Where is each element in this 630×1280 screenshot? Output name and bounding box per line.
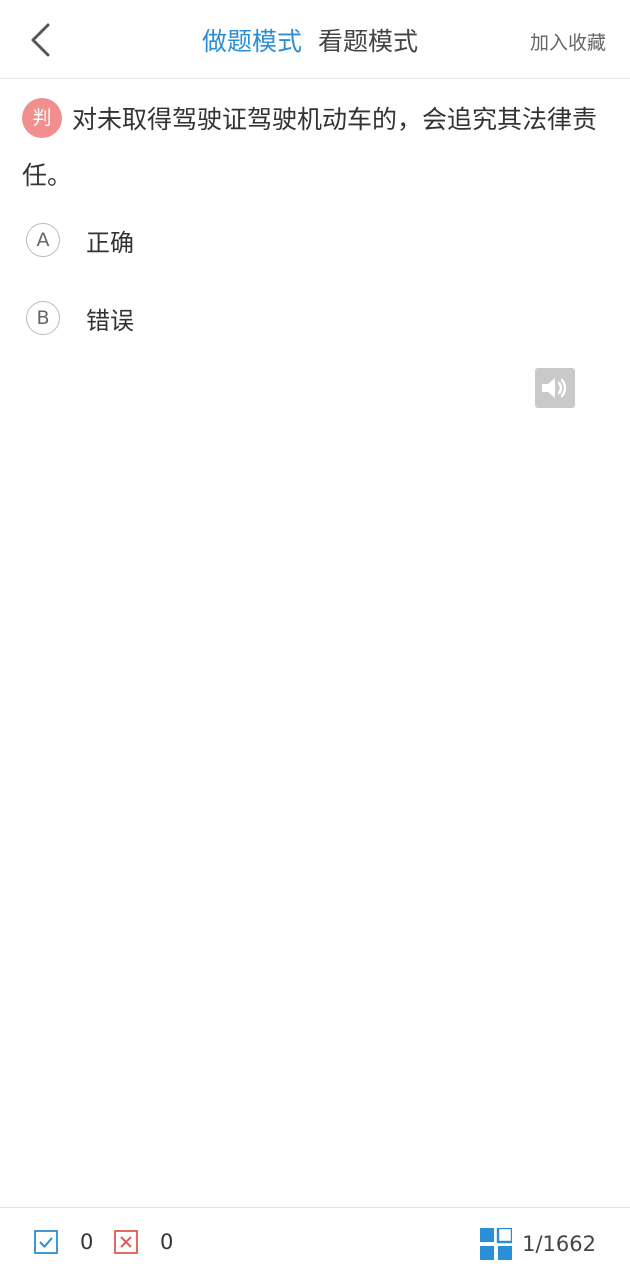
question-type-badge: 判 xyxy=(22,98,62,138)
option-b[interactable]: B 错误 xyxy=(26,299,134,337)
option-label: 错误 xyxy=(86,306,134,335)
wrong-count: 0 xyxy=(160,1230,174,1254)
correct-stat: 0 xyxy=(34,1230,93,1254)
back-button[interactable] xyxy=(22,18,58,62)
top-bar: 做题模式 看题模式 加入收藏 xyxy=(0,0,630,79)
question-text: 对未取得驾驶证驾驶机动车的，会追究其法律责任。 xyxy=(22,105,598,190)
add-favorite-button[interactable]: 加入收藏 xyxy=(530,28,606,55)
option-a[interactable]: A 正确 xyxy=(26,221,134,259)
tab-practice-mode[interactable]: 做题模式 xyxy=(202,22,302,58)
correct-check-icon xyxy=(34,1230,58,1254)
question-block: 判对未取得驾驶证驾驶机动车的，会追究其法律责任。 xyxy=(22,92,610,204)
wrong-stat: 0 xyxy=(114,1230,173,1254)
option-key: B xyxy=(26,301,60,335)
bottom-bar: 0 0 1/1662 xyxy=(0,1207,630,1280)
progress-text: 1/1662 xyxy=(522,1232,596,1256)
mode-tabs: 做题模式 看题模式 xyxy=(202,20,418,60)
read-aloud-button[interactable] xyxy=(535,368,575,408)
question-index-button[interactable]: 1/1662 xyxy=(480,1228,596,1260)
practice-screen: 做题模式 看题模式 加入收藏 判对未取得驾驶证驾驶机动车的，会追究其法律责任。 … xyxy=(0,0,630,1280)
option-key: A xyxy=(26,223,60,257)
chevron-left-icon xyxy=(31,23,50,57)
speaker-icon xyxy=(542,378,567,398)
tab-review-mode[interactable]: 看题模式 xyxy=(318,22,418,58)
wrong-x-icon xyxy=(114,1230,138,1254)
option-label: 正确 xyxy=(86,228,134,257)
correct-count: 0 xyxy=(80,1230,94,1254)
grid-icon xyxy=(480,1228,513,1260)
